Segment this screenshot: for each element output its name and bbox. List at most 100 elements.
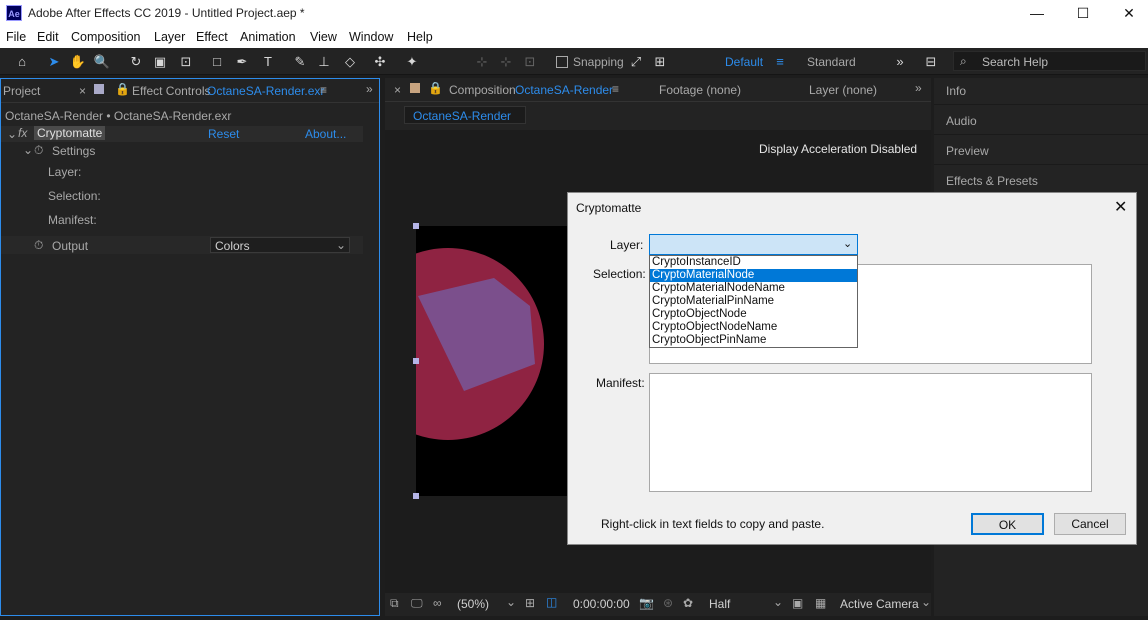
more-workspaces-icon[interactable]: » [890, 52, 910, 72]
show-snapshot-icon[interactable]: ⊛ [663, 596, 673, 610]
layer-option[interactable]: CryptoObjectNodeName [650, 321, 857, 334]
close-tab-icon[interactable]: × [79, 84, 86, 98]
camera-value[interactable]: Active Camera [840, 597, 919, 611]
workspace-standard[interactable]: Standard [807, 55, 856, 69]
panel-audio[interactable]: Audio [946, 114, 977, 128]
about-link[interactable]: About... [305, 127, 346, 141]
manifest-textbox[interactable] [649, 373, 1092, 492]
workspace-default[interactable]: Default [725, 55, 763, 69]
snapping-checkbox[interactable] [556, 56, 568, 68]
panel-effects-presets[interactable]: Effects & Presets [946, 174, 1038, 188]
timecode[interactable]: 0:00:00:00 [573, 597, 630, 611]
clone-stamp-tool-icon[interactable]: ⊥ [314, 52, 334, 72]
tab-footage[interactable]: Footage (none) [659, 83, 741, 97]
selection-tool-icon[interactable]: ➤ [44, 52, 64, 72]
zoom-value[interactable]: (50%) [457, 597, 489, 611]
type-tool-icon[interactable]: T [258, 52, 278, 72]
search-help-field[interactable]: ⌕ Search Help [953, 51, 1146, 71]
channels-icon[interactable]: ✿ [683, 596, 693, 610]
transparency-grid-icon[interactable]: ▦ [815, 596, 826, 610]
dialog-selection-label: Selection: [593, 267, 646, 281]
brush-tool-icon[interactable]: ✎ [290, 52, 310, 72]
snapshot-icon[interactable]: 📷 [639, 596, 654, 610]
resolution-value[interactable]: Half [709, 597, 730, 611]
fast-preview-icon[interactable]: ▣ [792, 596, 803, 610]
maximize-button[interactable]: ☐ [1060, 0, 1106, 27]
hand-tool-icon[interactable]: ✋ [68, 52, 88, 72]
fit-icon[interactable]: ⊞ [525, 596, 535, 610]
more-panels-icon[interactable]: » [915, 81, 922, 95]
view-options-icon[interactable]: ∞ [433, 596, 442, 610]
close-tab-icon[interactable]: × [394, 83, 401, 97]
always-preview-icon[interactable]: ⧉ [390, 596, 399, 611]
axis-world-icon[interactable]: ⊹ [496, 52, 516, 72]
workspace-menu-icon[interactable]: ≡ [770, 52, 790, 72]
sync-settings-icon[interactable]: ⊟ [921, 52, 941, 72]
output-select[interactable]: Colors ⌄ [210, 237, 350, 253]
pen-tool-icon[interactable]: ✒ [232, 52, 252, 72]
panel-menu-icon[interactable]: ≡ [612, 82, 619, 96]
tab-layer[interactable]: Layer (none) [809, 83, 877, 97]
snap-edges-icon[interactable]: ⤢ [626, 52, 646, 72]
layer-handle[interactable] [413, 223, 419, 229]
stopwatch-icon[interactable]: ⏱ [34, 238, 43, 253]
layer-option[interactable]: CryptoInstanceID [650, 256, 857, 269]
tab-composition[interactable]: Composition [449, 83, 516, 97]
layer-handle[interactable] [413, 493, 419, 499]
lock-icon[interactable]: 🔒 [428, 81, 443, 95]
panel-menu-icon[interactable]: ≡ [320, 83, 327, 97]
tab-effect-controls-file[interactable]: OctaneSA-Render.exr [207, 84, 324, 98]
ok-button[interactable]: OK [971, 513, 1044, 535]
rotation-tool-icon[interactable]: ↻ [126, 52, 146, 72]
menu-animation[interactable]: Animation [240, 30, 296, 44]
lock-icon[interactable]: 🔒 [115, 82, 130, 96]
puppet-pin-tool-icon[interactable]: ✦ [402, 52, 422, 72]
menu-edit[interactable]: Edit [37, 30, 59, 44]
layer-option[interactable]: CryptoObjectNode [650, 308, 857, 321]
layer-option[interactable]: CryptoMaterialNodeName [650, 282, 857, 295]
layer-option[interactable]: CryptoObjectPinName [650, 334, 857, 347]
menu-layer[interactable]: Layer [154, 30, 185, 44]
close-button[interactable]: ✕ [1106, 0, 1148, 27]
axis-local-icon[interactable]: ⊹ [472, 52, 492, 72]
rectangle-tool-icon[interactable]: □ [207, 52, 227, 72]
menu-file[interactable]: File [6, 30, 26, 44]
zoom-tool-icon[interactable]: 🔍 [92, 52, 112, 72]
minimize-button[interactable]: — [1014, 0, 1060, 27]
chevron-down-icon[interactable]: ⌄ [921, 595, 931, 609]
menu-help[interactable]: Help [407, 30, 433, 44]
menu-view[interactable]: View [310, 30, 337, 44]
monitor-icon[interactable]: 🖵 [411, 596, 423, 611]
dialog-close-icon[interactable]: ✕ [1114, 197, 1127, 217]
roto-brush-tool-icon[interactable]: ✣ [370, 52, 390, 72]
layer-option-selected[interactable]: CryptoMaterialNode [650, 269, 857, 282]
layer-option[interactable]: CryptoMaterialPinName [650, 295, 857, 308]
chevron-down-icon[interactable]: ⌄ [506, 595, 516, 609]
eraser-tool-icon[interactable]: ◇ [340, 52, 360, 72]
panel-info[interactable]: Info [946, 84, 966, 98]
snap-features-icon[interactable]: ⊞ [650, 52, 670, 72]
comp-nav-tab[interactable]: OctaneSA-Render [404, 106, 526, 124]
chevron-down-icon[interactable]: ⌄ [773, 595, 783, 609]
chevron-down-icon[interactable]: ⌄ [23, 143, 33, 157]
axis-view-icon[interactable]: ⊡ [520, 52, 540, 72]
layer-select[interactable]: ⌄ [649, 234, 858, 255]
tab-project[interactable]: Project [3, 84, 40, 98]
more-panels-icon[interactable]: » [366, 82, 373, 96]
region-of-interest-icon[interactable]: ◫ [546, 595, 557, 609]
camera-tool-icon[interactable]: ▣ [150, 52, 170, 72]
layer-handle[interactable] [413, 358, 419, 364]
menu-composition[interactable]: Composition [71, 30, 140, 44]
tab-composition-name[interactable]: OctaneSA-Render [515, 83, 613, 97]
tab-effect-controls[interactable]: Effect Controls [132, 84, 210, 98]
pan-behind-tool-icon[interactable]: ⊡ [176, 52, 196, 72]
cancel-button[interactable]: Cancel [1054, 513, 1126, 535]
stopwatch-icon[interactable]: ⏱ [34, 143, 43, 158]
menu-effect[interactable]: Effect [196, 30, 228, 44]
reset-link[interactable]: Reset [208, 127, 239, 141]
panel-preview[interactable]: Preview [946, 144, 989, 158]
home-icon[interactable]: ⌂ [12, 52, 32, 72]
chevron-down-icon[interactable]: ⌄ [7, 127, 17, 141]
menu-window[interactable]: Window [349, 30, 393, 44]
fx-icon[interactable]: fx [18, 126, 27, 140]
